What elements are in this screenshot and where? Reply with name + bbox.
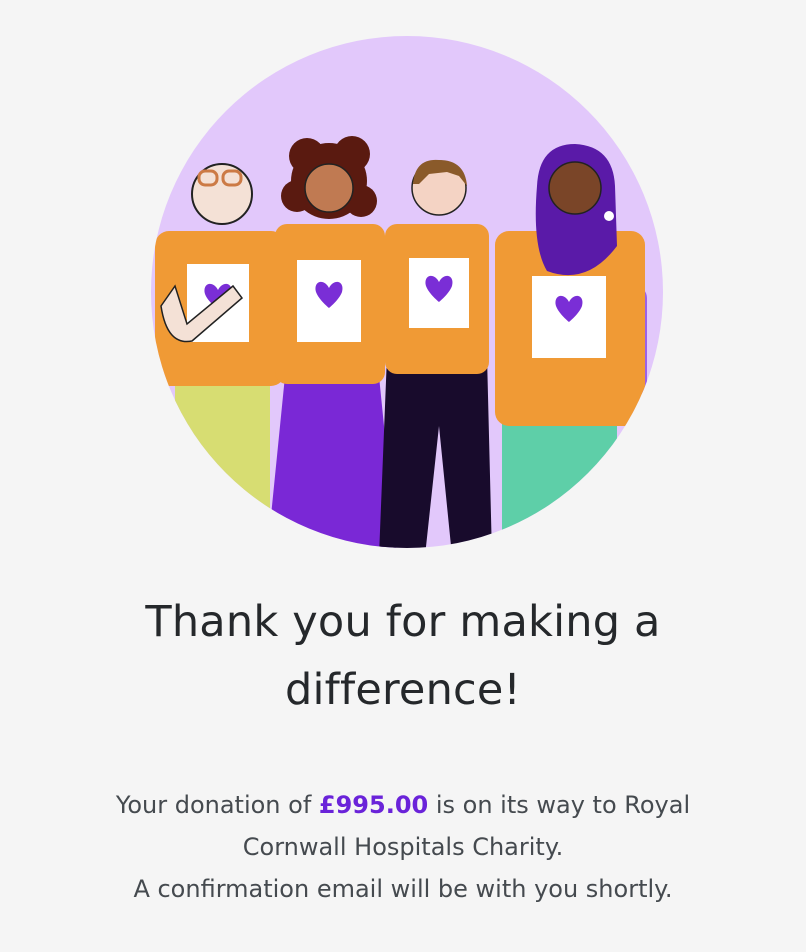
donation-line: Your donation of £995.00 is on its way t… bbox=[0, 784, 806, 826]
heading-line-2: difference! bbox=[285, 665, 521, 715]
heading-line-1: Thank you for making a bbox=[145, 597, 661, 647]
illustration bbox=[147, 36, 667, 548]
email-notice-line: A confirmation email will be with you sh… bbox=[133, 875, 673, 903]
donation-prefix: Your donation of bbox=[115, 791, 319, 819]
donation-suffix: is on its way to Royal bbox=[428, 791, 691, 819]
donation-amount: £995.00 bbox=[318, 791, 429, 819]
volunteers-illustration-icon bbox=[151, 36, 663, 548]
confirmation-message: Your donation of £995.00 is on its way t… bbox=[0, 784, 806, 910]
thank-you-heading: Thank you for making a difference! bbox=[0, 588, 806, 724]
charity-name-line: Cornwall Hospitals Charity. bbox=[242, 833, 564, 861]
